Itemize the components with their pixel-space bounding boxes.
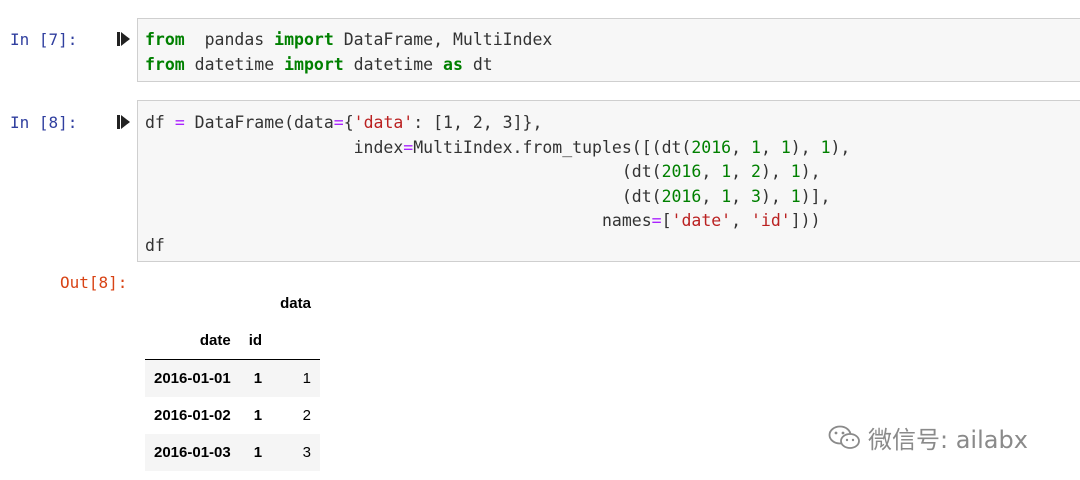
wechat-icon — [828, 425, 860, 449]
index-name-date: date — [145, 322, 240, 360]
code-text: , — [731, 211, 751, 231]
code-string: 'id' — [751, 211, 791, 231]
run-cell-icon[interactable] — [117, 114, 131, 130]
code-operator: = — [333, 113, 344, 132]
code-text: MultiIndex.from_tuples([(dt( — [413, 137, 692, 157]
code-number: 1 — [790, 186, 801, 206]
code-number: 1 — [721, 186, 732, 206]
input-prompt-7: In [7]: — [10, 30, 78, 49]
dataframe-output: data date id 2016-01-01 1 1 2016-01-02 1… — [145, 285, 320, 471]
code-text: ), — [760, 162, 791, 182]
code-text: names — [145, 211, 652, 231]
row-date: 2016-01-01 — [154, 370, 231, 387]
code-text: datetime — [184, 54, 285, 74]
row-date: 2016-01-02 — [154, 407, 231, 424]
code-number: 1 — [780, 137, 791, 157]
code-text: , — [701, 186, 722, 206]
code-text: df — [145, 235, 165, 255]
table-row: 2016-01-02 1 2 — [145, 397, 320, 434]
code-number: 1 — [790, 162, 801, 182]
watermark: 微信号: ailabx — [828, 420, 1028, 455]
table-row: 2016-01-01 1 1 — [145, 359, 320, 397]
code-text: )], — [800, 186, 831, 206]
code-number: 2016 — [661, 162, 702, 182]
code-number: 1 — [820, 137, 831, 157]
table-row: 2016-01-03 1 3 — [145, 434, 320, 471]
row-date: 2016-01-03 — [154, 444, 231, 461]
code-text: index — [145, 137, 404, 157]
code-text: , — [731, 137, 751, 157]
code-operator: = — [403, 137, 414, 157]
code-text: : [1, 2, 3]}, — [413, 113, 543, 132]
code-keyword: import — [284, 54, 344, 74]
column-header-data: data — [280, 295, 311, 312]
code-string: 'date' — [671, 211, 732, 231]
code-operator: = — [651, 211, 662, 231]
code-operator: = — [174, 113, 185, 132]
index-names-row: date id — [145, 322, 320, 360]
code-text: pandas — [184, 30, 275, 49]
code-8[interactable]: df = DataFrame(data={'data': [1, 2, 3]},… — [145, 111, 850, 259]
code-text: ), — [790, 137, 821, 157]
index-name-id: id — [239, 322, 272, 360]
row-value: 2 — [302, 407, 311, 424]
code-text: ), — [830, 137, 851, 157]
code-text: , — [731, 186, 751, 206]
row-id: 1 — [253, 407, 263, 424]
code-keyword: import — [274, 30, 334, 49]
row-id: 1 — [253, 370, 263, 387]
code-text: DataFrame, MultiIndex — [333, 30, 553, 49]
code-number: 1 — [751, 137, 761, 157]
code-text: (dt( — [145, 162, 662, 182]
code-number: 2 — [751, 162, 761, 182]
output-prompt-8: Out[8]: — [60, 273, 128, 292]
code-number: 1 — [721, 162, 732, 182]
code-7[interactable]: from pandas import DataFrame, MultiIndex… — [145, 28, 552, 77]
code-number: 2016 — [691, 137, 732, 157]
code-text: df — [145, 113, 175, 132]
code-text: , — [760, 137, 781, 157]
watermark-text: 微信号: ailabx — [868, 426, 1028, 454]
code-text: datetime — [343, 54, 444, 74]
code-number: 3 — [751, 186, 761, 206]
input-prompt-8: In [8]: — [10, 113, 78, 132]
row-value: 1 — [302, 370, 311, 387]
code-text: dt — [462, 54, 493, 74]
run-cell-icon[interactable] — [117, 31, 131, 47]
code-text: { — [343, 113, 354, 132]
column-header-row: data — [145, 285, 320, 322]
code-keyword: from — [145, 30, 185, 49]
code-text: ])) — [790, 211, 821, 231]
code-text: ), — [760, 186, 791, 206]
code-string: 'data' — [353, 113, 414, 132]
code-cell-8-editor[interactable]: df = DataFrame(data={'data': [1, 2, 3]},… — [137, 100, 1080, 262]
code-cell-7-editor[interactable]: from pandas import DataFrame, MultiIndex… — [137, 18, 1080, 82]
code-text: ), — [800, 162, 821, 182]
code-text: [ — [661, 211, 672, 231]
row-id: 1 — [253, 444, 263, 461]
code-text: , — [731, 162, 751, 182]
row-value: 3 — [302, 444, 311, 461]
code-text: (dt( — [145, 186, 662, 206]
code-keyword: as — [443, 54, 463, 74]
code-text: , — [701, 162, 722, 182]
code-text: DataFrame(data — [184, 113, 334, 132]
code-keyword: from — [145, 54, 185, 74]
code-number: 2016 — [661, 186, 702, 206]
